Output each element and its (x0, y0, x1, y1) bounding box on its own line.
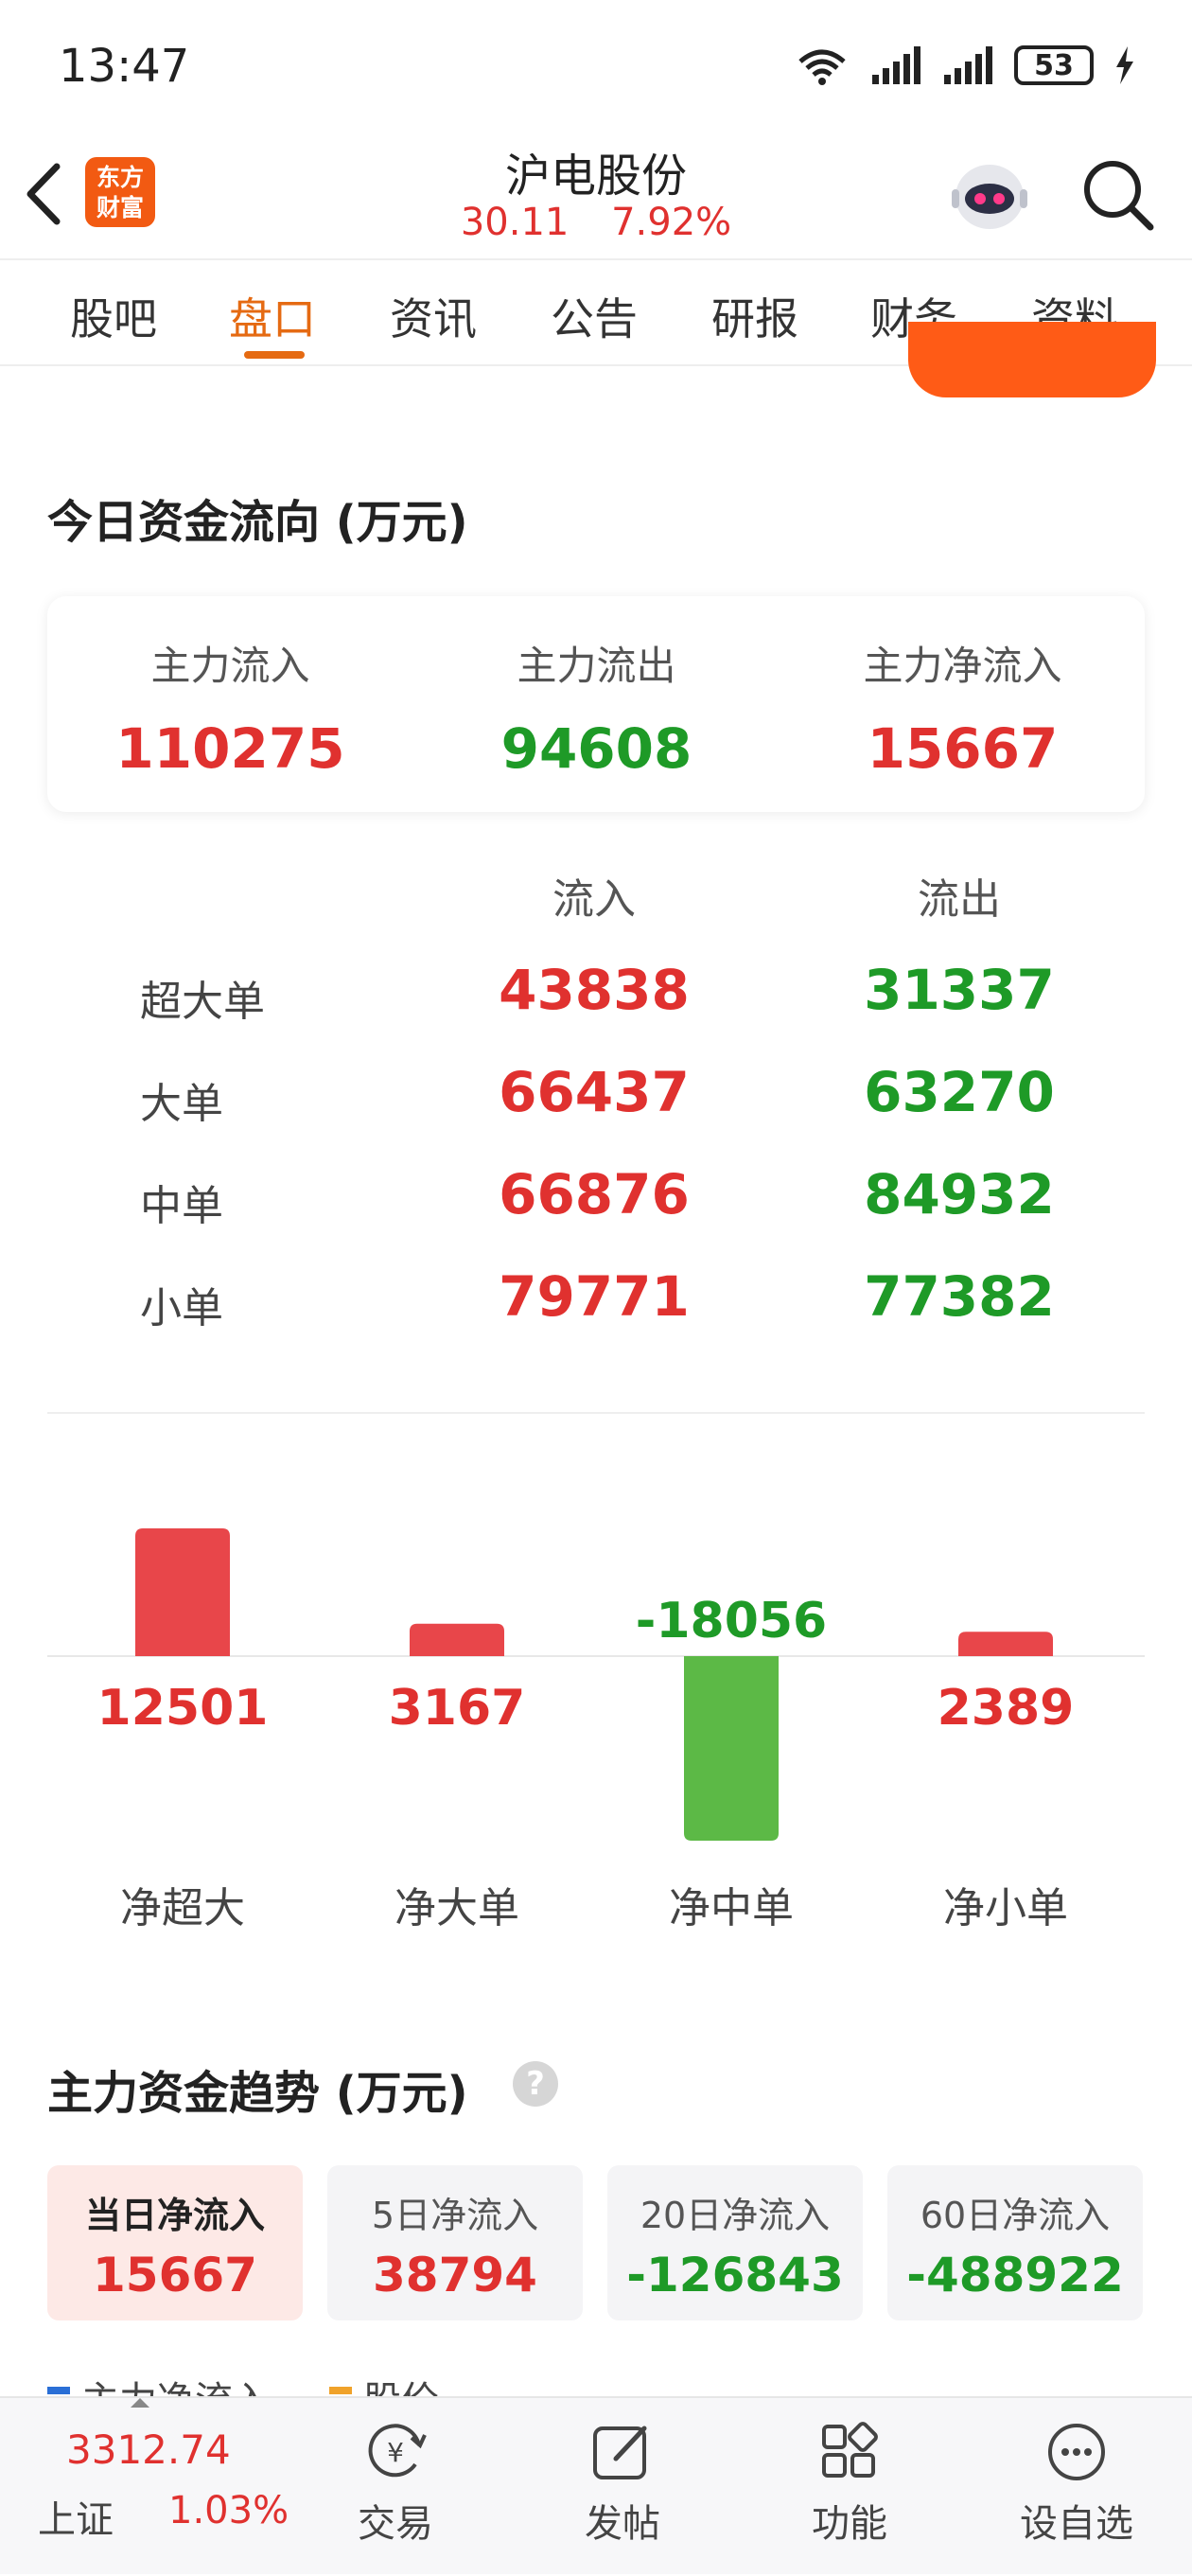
tab-research[interactable]: 研报 (711, 285, 798, 347)
battery-level: 53 (1034, 48, 1074, 82)
stock-change-pct: 7.92% (611, 201, 732, 244)
nav-post-label: 发帖 (585, 2502, 660, 2546)
super-large-inflow: 43838 (499, 958, 690, 1022)
legend-label-main-net: 主力净流入 (81, 2370, 271, 2398)
medium-outflow: 84932 (864, 1162, 1055, 1226)
main-outflow: 主力流出 94608 (413, 634, 780, 781)
post-icon (593, 2426, 647, 2479)
main-net-label: 主力净流入 (863, 643, 1062, 689)
main-net-value: 15667 (867, 716, 1059, 781)
net-flow-bar-chart: 12501 3167 -18056 2389 净超大 净大单 净中单 净小单 (0, 1457, 1192, 1968)
svg-text:¥: ¥ (387, 2437, 404, 2468)
nav-trade[interactable]: ¥ 交易 (310, 2417, 481, 2548)
signal-icon-2 (944, 46, 992, 84)
index-name: 上证 (38, 2498, 114, 2542)
caret-up-icon (131, 2398, 149, 2408)
robot-assistant-icon[interactable] (946, 151, 1033, 238)
row-label-super-large: 超大单 (140, 978, 265, 1026)
nav-functions-label: 功能 (812, 2502, 887, 2546)
trend-title: 主力资金趋势 (万元) (47, 2067, 468, 2120)
signal-icon (872, 46, 920, 84)
status-icons: 53 (795, 42, 1135, 89)
trend-label-20day: 20日净流入 (640, 2195, 831, 2236)
row-label-medium: 中单 (140, 1182, 223, 1230)
medium-inflow: 66876 (499, 1162, 690, 1226)
main-force-card: 主力流入 110275 主力流出 94608 主力净流入 15667 (47, 596, 1145, 812)
small-outflow: 77382 (864, 1264, 1055, 1329)
large-inflow: 66437 (499, 1060, 690, 1124)
capital-flow-title: 今日资金流向 (万元) (47, 496, 468, 549)
nav-post[interactable]: 发帖 (537, 2417, 708, 2548)
section-divider (47, 1412, 1145, 1414)
trend-label-today: 当日净流入 (84, 2195, 265, 2236)
bar-medium (684, 1656, 779, 1841)
functions-icon (822, 2422, 878, 2478)
legend-swatch-price (329, 2387, 352, 2394)
trend-tab-5day[interactable]: 5日净流入 38794 (327, 2165, 583, 2320)
trend-label-5day: 5日净流入 (371, 2195, 539, 2236)
category-label-super-large: 净超大 (120, 1884, 245, 1932)
trend-label-60day: 60日净流入 (920, 2195, 1111, 2236)
main-inflow-label: 主力流入 (150, 643, 310, 689)
bottom-nav: 3312.74 上证 1.03% ¥ 交易 发帖 功能 设自选 (0, 2396, 1192, 2574)
search-icon[interactable] (1080, 157, 1156, 233)
trend-tab-60day[interactable]: 60日净流入 -488922 (887, 2165, 1143, 2320)
nav-add-watchlist[interactable]: 设自选 (991, 2417, 1162, 2548)
status-bar: 13:47 53 (0, 0, 1192, 132)
trend-value-5day: 38794 (373, 2248, 537, 2303)
bar-value-medium: -18056 (636, 1593, 828, 1650)
trend-tab-today[interactable]: 当日净流入 15667 (47, 2165, 303, 2320)
column-header-inflow: 流入 (552, 875, 636, 924)
main-inflow: 主力流入 110275 (47, 634, 413, 781)
stock-price: 30.11 (460, 201, 570, 244)
stock-header: 东方 财富 沪电股份 30.11 7.92% (0, 132, 1192, 260)
bar-small (958, 1632, 1053, 1656)
market-index-widget[interactable]: 3312.74 上证 1.03% (0, 2398, 289, 2576)
bar-value-super-large: 12501 (97, 1680, 269, 1737)
tab-announcements[interactable]: 公告 (551, 285, 638, 347)
row-label-small: 小单 (140, 1284, 223, 1332)
trade-icon: ¥ (368, 2424, 427, 2478)
nav-add-watchlist-label: 设自选 (1020, 2502, 1133, 2546)
trend-tab-20day[interactable]: 20日净流入 -126843 (607, 2165, 863, 2320)
large-outflow: 63270 (864, 1060, 1055, 1124)
wifi-icon (798, 49, 846, 85)
small-inflow: 79771 (499, 1264, 690, 1329)
tab-pankou[interactable]: 盘口 (229, 285, 316, 347)
bar-value-large: 3167 (389, 1680, 526, 1737)
add-watchlist-icon (1048, 2424, 1105, 2480)
battery-indicator: 53 (1014, 45, 1094, 85)
trend-value-today: 15667 (93, 2248, 257, 2303)
bar-large (410, 1623, 504, 1656)
tab-guba[interactable]: 股吧 (70, 285, 157, 347)
active-tab-indicator (244, 351, 305, 359)
trend-value-60day: -488922 (906, 2248, 1124, 2303)
super-large-outflow: 31337 (864, 958, 1055, 1022)
nav-functions[interactable]: 功能 (764, 2417, 935, 2548)
legend-label-price: 股价 (363, 2370, 439, 2398)
bar-super-large (135, 1527, 230, 1656)
main-outflow-label: 主力流出 (517, 643, 676, 689)
index-value: 3312.74 (66, 2426, 231, 2473)
trend-value-20day: -126843 (626, 2248, 844, 2303)
main-net-inflow: 主力净流入 15667 (780, 634, 1146, 781)
main-outflow-value: 94608 (500, 716, 692, 781)
trend-legend: 主力净流入 股价 (47, 2366, 615, 2398)
main-inflow-value: 110275 (115, 716, 345, 781)
nav-trade-label: 交易 (358, 2502, 433, 2546)
legend-swatch-main-net (47, 2387, 70, 2394)
help-icon[interactable]: ? (513, 2061, 558, 2107)
charging-icon (1116, 46, 1133, 84)
category-label-small: 净小单 (943, 1884, 1068, 1932)
tab-news[interactable]: 资讯 (390, 285, 477, 347)
bar-value-small: 2389 (938, 1680, 1075, 1737)
banner-action-button[interactable] (908, 322, 1156, 397)
category-label-large: 净大单 (394, 1884, 519, 1932)
status-time: 13:47 (59, 40, 190, 93)
row-label-large: 大单 (140, 1080, 223, 1128)
category-label-medium: 净中单 (669, 1884, 794, 1932)
index-change: 1.03% (168, 2489, 289, 2532)
net-flow-chart-svg: 12501 3167 -18056 2389 (47, 1527, 1145, 1841)
column-header-outflow: 流出 (918, 875, 1001, 924)
